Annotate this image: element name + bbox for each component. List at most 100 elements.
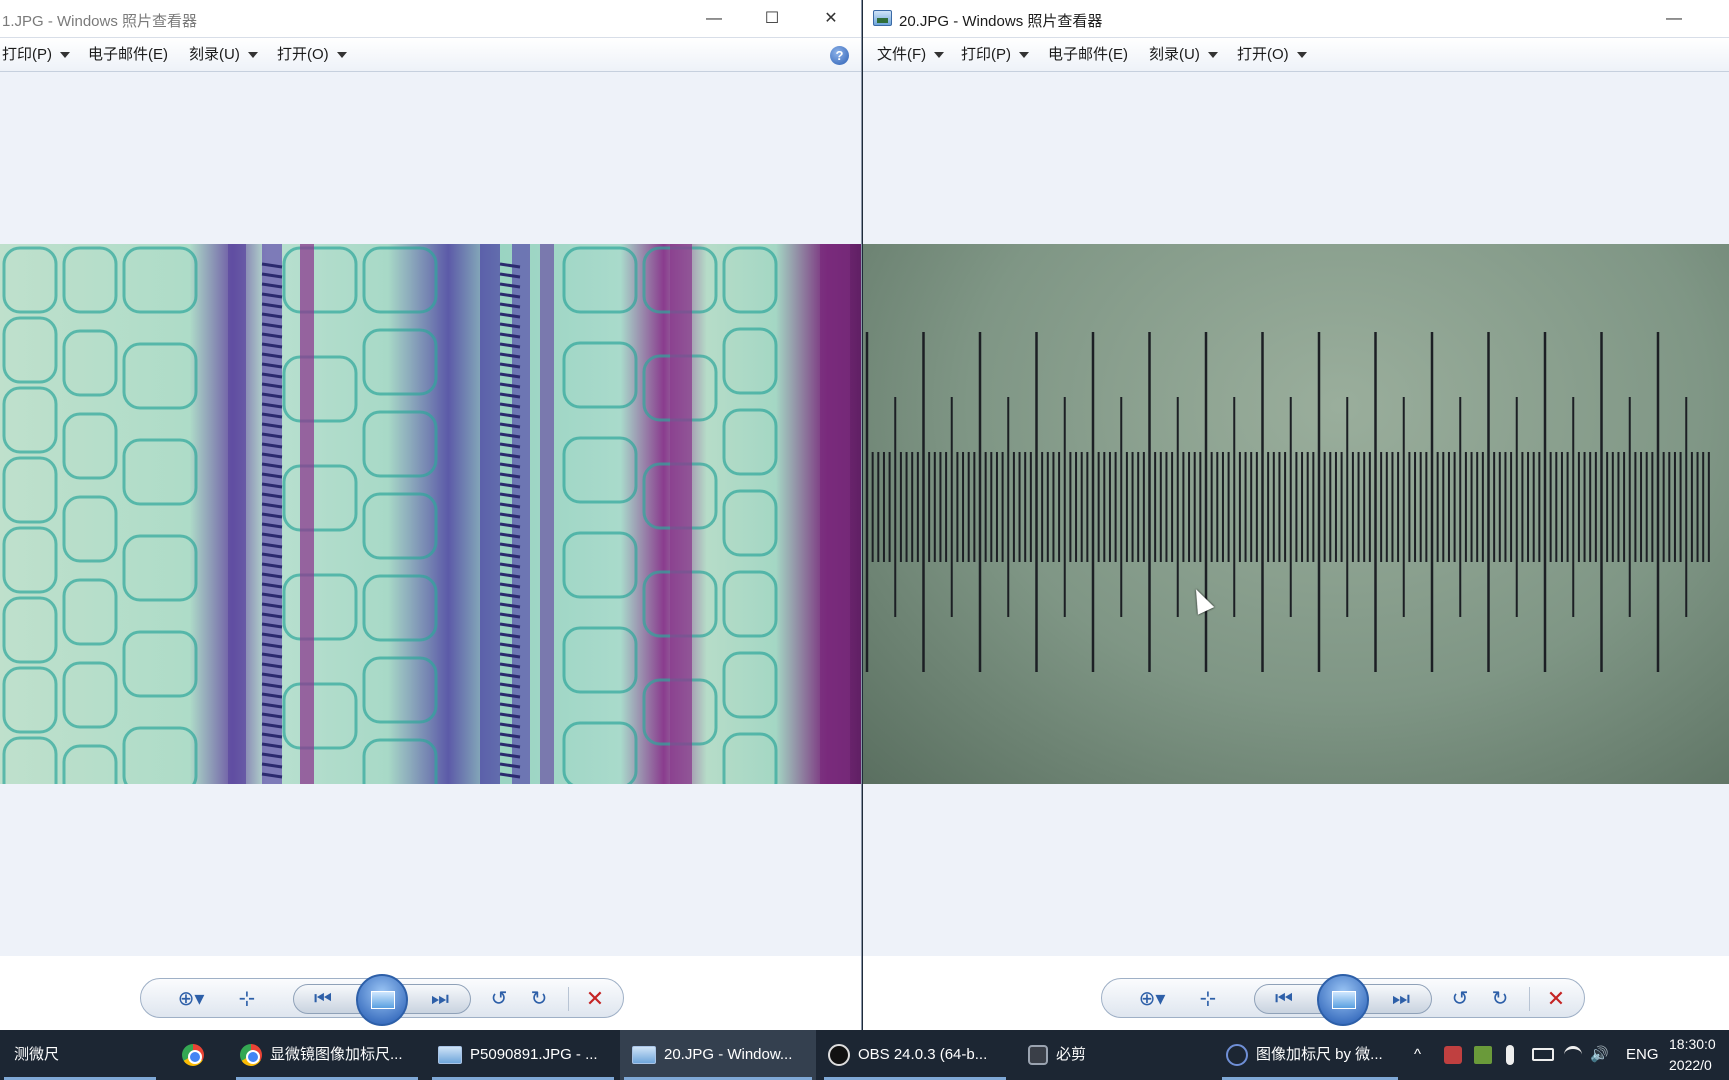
zoom-icon[interactable]: ⊕▾ (171, 985, 211, 1013)
menu-file[interactable]: 文件(F) (877, 38, 945, 72)
tray-app-icon[interactable] (1474, 1046, 1492, 1064)
cell-wall (562, 246, 638, 314)
taskbar-item-chrome-window[interactable]: 显微镜图像加标尺... (232, 1030, 422, 1080)
cell-wall (2, 736, 58, 784)
chrome-icon (182, 1044, 204, 1067)
minimize-button[interactable]: — (1651, 4, 1697, 34)
taskbar-item-label: 图像加标尺 by 微... (1256, 1046, 1383, 1063)
previous-icon[interactable]: ⏮ (309, 985, 337, 1013)
slideshow-button[interactable] (356, 974, 408, 1026)
taskbar-item-20jpg[interactable]: 20.JPG - Window... (620, 1030, 816, 1080)
cell-wall (722, 489, 778, 557)
input-language-indicator[interactable]: ENG (1626, 1030, 1659, 1080)
cell-wall (282, 573, 358, 641)
stage-micrometer-image (865, 332, 1710, 672)
delete-icon[interactable]: ✕ (1542, 985, 1570, 1013)
previous-icon[interactable]: ⏮ (1270, 985, 1298, 1013)
vessel-band (480, 244, 500, 784)
cell-wall (2, 386, 58, 454)
image-viewport (863, 72, 1729, 956)
menu-burn-label: 刻录(U) (189, 46, 240, 63)
minimize-button[interactable]: — (691, 4, 737, 34)
rotate-counterclockwise-icon[interactable]: ↺ (1446, 985, 1474, 1013)
cell-wall (722, 570, 778, 638)
window-title: 20.JPG - Windows 照片查看器 (899, 13, 1103, 30)
vessel-band (540, 244, 554, 784)
cell-wall (282, 246, 358, 314)
menu-print[interactable]: 打印(P) (2, 38, 70, 72)
rotate-counterclockwise-icon[interactable]: ↺ (485, 985, 513, 1013)
cell-wall (62, 744, 118, 784)
zoom-icon[interactable]: ⊕▾ (1132, 985, 1172, 1013)
viewer-toolbar: ⊕▾ ⊹ ⏮ ⏭ ↺ ↻ ✕ (0, 956, 861, 1030)
cell-wall (2, 666, 58, 734)
photo-viewer-icon (438, 1046, 462, 1065)
viewer-toolbar: ⊕▾ ⊹ ⏮ ⏭ ↺ ↻ ✕ (863, 956, 1729, 1030)
title-bar[interactable]: 20.JPG - Windows 照片查看器 — (863, 0, 1729, 38)
next-icon[interactable]: ⏭ (1387, 985, 1415, 1013)
wifi-icon[interactable] (1564, 1046, 1582, 1064)
cell-wall (62, 578, 118, 646)
taskbar-item-label: 20.JPG - Window... (664, 1046, 793, 1063)
taskbar-item-label: OBS 24.0.3 (64-b... (858, 1046, 988, 1063)
close-button[interactable]: ✕ (808, 4, 854, 34)
menu-burn[interactable]: 刻录(U) (1149, 38, 1218, 72)
microphone-icon[interactable] (1506, 1045, 1514, 1065)
next-icon[interactable]: ⏭ (426, 985, 454, 1013)
cell-wall (282, 682, 358, 750)
menu-burn[interactable]: 刻录(U) (189, 38, 258, 72)
show-hidden-icons-chevron[interactable]: ^ (1414, 1030, 1421, 1080)
title-bar[interactable]: 1.JPG - Windows 照片查看器 — ☐ ✕ (0, 0, 861, 38)
menu-open[interactable]: 打开(O) (277, 38, 347, 72)
cell-wall (722, 732, 778, 784)
volume-icon[interactable]: 🔊 (1590, 1030, 1609, 1080)
rotate-clockwise-icon[interactable]: ↻ (1486, 985, 1514, 1013)
cell-wall (562, 721, 638, 784)
stem-section-photo (0, 244, 861, 784)
help-icon[interactable]: ? (830, 46, 849, 65)
taskbar-item-micrometer[interactable]: 测微尺 (0, 1030, 160, 1080)
menu-bar: 文件(F) 打印(P) 电子邮件(E) 刻录(U) 打开(O) (863, 38, 1729, 72)
menu-email[interactable]: 电子邮件(E) (88, 38, 168, 72)
cell-wall (362, 492, 438, 560)
taskbar-item-chrome[interactable] (176, 1030, 216, 1080)
slideshow-button[interactable] (1317, 974, 1369, 1026)
cell-wall (282, 464, 358, 532)
cell-wall (362, 656, 438, 724)
toolbar-controls: ⊕▾ ⊹ ⏮ ⏭ ↺ ↻ ✕ (1101, 974, 1585, 1026)
cell-wall (122, 246, 198, 314)
menu-print-label: 打印(P) (2, 46, 52, 63)
cell-wall (562, 341, 638, 409)
actual-size-icon[interactable]: ⊹ (233, 985, 261, 1013)
menu-email[interactable]: 电子邮件(E) (1048, 38, 1128, 72)
menu-print-label: 打印(P) (961, 46, 1011, 63)
dropdown-caret-icon (934, 52, 945, 59)
system-clock[interactable]: 18:30:0 2022/0 (1669, 1034, 1729, 1076)
taskbar-item-obs[interactable]: OBS 24.0.3 (64-b... (820, 1030, 1010, 1080)
cell-wall (122, 438, 198, 506)
toolbar-divider (568, 987, 569, 1011)
maximize-button[interactable]: ☐ (749, 4, 795, 34)
menu-email-label: 电子邮件(E) (88, 46, 168, 63)
dropdown-caret-icon (1019, 52, 1029, 59)
actual-size-icon[interactable]: ⊹ (1194, 985, 1222, 1013)
cell-wall (562, 531, 638, 599)
clock-date: 2022/0 (1669, 1057, 1712, 1073)
obs-icon (828, 1044, 850, 1067)
cell-wall (362, 738, 438, 784)
vessel-band (300, 244, 314, 784)
taskbar-item-p5090891[interactable]: P5090891.JPG - ... (428, 1030, 618, 1080)
cell-wall (562, 436, 638, 504)
delete-icon[interactable]: ✕ (581, 985, 609, 1013)
taskbar-item-image-scale[interactable]: 图像加标尺 by 微... (1218, 1030, 1402, 1080)
vessel-band (820, 244, 850, 784)
battery-icon[interactable] (1532, 1048, 1554, 1061)
tray-app-icon[interactable] (1444, 1046, 1462, 1064)
taskbar-item-bijian[interactable]: 必剪 (1018, 1030, 1198, 1080)
taskbar-item-label: 必剪 (1056, 1046, 1087, 1063)
cell-wall (2, 246, 58, 314)
menu-print[interactable]: 打印(P) (961, 38, 1029, 72)
toolbar-controls: ⊕▾ ⊹ ⏮ ⏭ ↺ ↻ ✕ (140, 974, 624, 1026)
rotate-clockwise-icon[interactable]: ↻ (525, 985, 553, 1013)
menu-open[interactable]: 打开(O) (1237, 38, 1307, 72)
